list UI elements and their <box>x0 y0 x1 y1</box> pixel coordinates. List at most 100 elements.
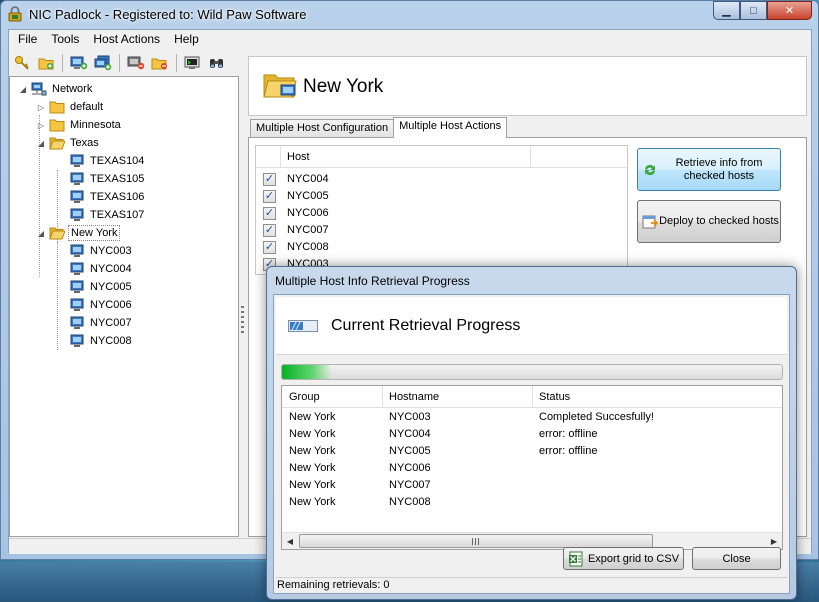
retrieve-info-button[interactable]: Retrieve info from checked hosts <box>637 148 781 191</box>
close-dialog-label: Close <box>722 552 751 565</box>
host-grid[interactable]: Host ✓ NYC004 ✓ NYC005 ✓ NYC006 ✓ NYC007… <box>255 145 628 275</box>
tree-node-host[interactable]: TEXAS105 <box>66 170 146 188</box>
tree-node-host[interactable]: TEXAS104 <box>66 152 146 170</box>
remove-host-icon[interactable] <box>125 52 147 74</box>
tree-label: New York <box>68 225 121 241</box>
scroll-left-icon[interactable]: ◀ <box>283 535 297 548</box>
collapse-arrow-icon[interactable]: ◢ <box>36 139 46 148</box>
tree-label: NYC004 <box>90 263 132 275</box>
collapse-arrow-icon[interactable]: ◢ <box>18 85 28 94</box>
host-grid-header: Host <box>256 146 627 168</box>
tree-node-default[interactable]: ▷ default <box>36 98 105 116</box>
folder-icon <box>49 119 65 132</box>
tab-multiple-host-configuration[interactable]: Multiple Host Configuration <box>250 119 395 138</box>
menu-host-actions[interactable]: Host Actions <box>86 30 167 49</box>
table-row[interactable]: New York NYC007 <box>282 477 782 494</box>
panel-splitter[interactable] <box>239 76 247 537</box>
add-host-icon[interactable] <box>68 52 90 74</box>
column-header-group[interactable]: Group <box>289 391 320 403</box>
scrollbar-grip <box>472 538 479 545</box>
host-checkbox[interactable]: ✓ <box>263 241 276 254</box>
tree-node-texas[interactable]: ◢ Texas <box>36 134 101 152</box>
computer-icon <box>70 190 84 203</box>
computer-icon <box>70 172 84 185</box>
table-row[interactable]: New York NYC008 <box>282 494 782 511</box>
retrieve-info-label: Retrieve info from checked hosts <box>675 156 763 182</box>
group-title: New York <box>303 76 384 97</box>
tree-node-host[interactable]: NYC004 <box>66 260 134 278</box>
tree-label: NYC006 <box>90 299 132 311</box>
column-header-host[interactable]: Host <box>287 151 310 163</box>
menu-tools[interactable]: Tools <box>44 30 86 49</box>
table-row[interactable]: New York NYC005 error: offline <box>282 443 782 460</box>
export-csv-button[interactable]: Export grid to CSV <box>563 547 684 570</box>
host-checkbox[interactable]: ✓ <box>263 173 276 186</box>
splitter-grip <box>241 306 244 334</box>
toolbar-separator <box>62 53 63 72</box>
host-row[interactable]: ✓ NYC007 <box>256 222 627 239</box>
tab-multiple-host-actions[interactable]: Multiple Host Actions <box>393 117 508 138</box>
host-row[interactable]: ✓ NYC004 <box>256 171 627 188</box>
scrollbar-thumb[interactable] <box>299 534 653 548</box>
maximize-button[interactable]: □ <box>740 1 767 20</box>
host-checkbox[interactable]: ✓ <box>263 224 276 237</box>
host-row[interactable]: ✓ NYC008 <box>256 239 627 256</box>
host-checkbox[interactable]: ✓ <box>263 190 276 203</box>
close-window-button[interactable]: ✕ <box>767 1 812 20</box>
column-divider <box>280 146 281 168</box>
menu-help[interactable]: Help <box>167 30 206 49</box>
table-row[interactable]: New York NYC003 Completed Succesfully! <box>282 409 782 426</box>
tree-node-host[interactable]: NYC003 <box>66 242 134 260</box>
find-icon[interactable] <box>206 52 228 74</box>
title-bar[interactable]: NIC Padlock - Registered to: Wild Paw So… <box>1 1 818 28</box>
computer-icon <box>70 244 84 257</box>
retrieval-results-grid[interactable]: Group Hostname Status New York NYC003 Co… <box>281 385 783 550</box>
tree-node-minnesota[interactable]: ▷ Minnesota <box>36 116 123 134</box>
tree-node-host[interactable]: NYC008 <box>66 332 134 350</box>
excel-icon <box>568 551 583 566</box>
console-icon[interactable] <box>182 52 204 74</box>
cell-status: Completed Succesfully! <box>539 411 654 423</box>
computer-icon <box>70 262 84 275</box>
key-icon[interactable] <box>11 52 33 74</box>
refresh-icon <box>645 164 655 175</box>
table-row[interactable]: New York NYC004 error: offline <box>282 426 782 443</box>
host-row[interactable]: ✓ NYC005 <box>256 188 627 205</box>
tree-node-host[interactable]: NYC007 <box>66 314 134 332</box>
minimize-button[interactable]: ▁ <box>713 1 740 20</box>
deploy-label: Deploy to checked hosts <box>659 215 779 227</box>
expand-arrow-icon[interactable]: ▷ <box>36 103 46 112</box>
cell-group: New York <box>289 428 336 440</box>
column-header-status[interactable]: Status <box>539 391 570 403</box>
expand-arrow-icon[interactable]: ▷ <box>36 121 46 130</box>
deploy-button[interactable]: Deploy to checked hosts <box>637 200 781 243</box>
column-header-hostname[interactable]: Hostname <box>389 391 439 403</box>
tree-node-network[interactable]: ◢ Network <box>18 80 94 98</box>
tree-guide-line <box>57 242 58 350</box>
computer-icon <box>70 280 84 293</box>
close-dialog-button[interactable]: Close <box>692 547 781 570</box>
add-multiple-hosts-icon[interactable] <box>92 52 114 74</box>
add-folder-icon[interactable] <box>35 52 57 74</box>
cell-hostname: NYC005 <box>389 445 431 457</box>
table-row[interactable]: New York NYC006 <box>282 460 782 477</box>
cell-hostname: NYC007 <box>389 479 431 491</box>
menu-file[interactable]: File <box>11 30 44 49</box>
group-header: New York <box>248 56 807 116</box>
tree-label: NYC008 <box>90 335 132 347</box>
tree-node-host[interactable]: NYC005 <box>66 278 134 296</box>
network-tree[interactable]: ◢ Network ▷ default ▷ Minnesota ◢ Texas <box>9 76 239 537</box>
tree-node-host[interactable]: NYC006 <box>66 296 134 314</box>
host-row[interactable]: ✓ NYC006 <box>256 205 627 222</box>
cell-status: error: offline <box>539 445 598 457</box>
remove-folder-icon[interactable] <box>149 52 171 74</box>
tree-node-host[interactable]: TEXAS107 <box>66 206 146 224</box>
dialog-client-area: Current Retrieval Progress Group Hostnam… <box>273 294 790 594</box>
collapse-arrow-icon[interactable]: ◢ <box>36 229 46 238</box>
host-checkbox[interactable]: ✓ <box>263 207 276 220</box>
tree-label: NYC007 <box>90 317 132 329</box>
tree-node-new-york[interactable]: ◢ New York <box>36 224 121 242</box>
tree-node-host[interactable]: TEXAS106 <box>66 188 146 206</box>
tree-label: TEXAS106 <box>90 191 145 203</box>
computer-icon <box>70 154 84 167</box>
